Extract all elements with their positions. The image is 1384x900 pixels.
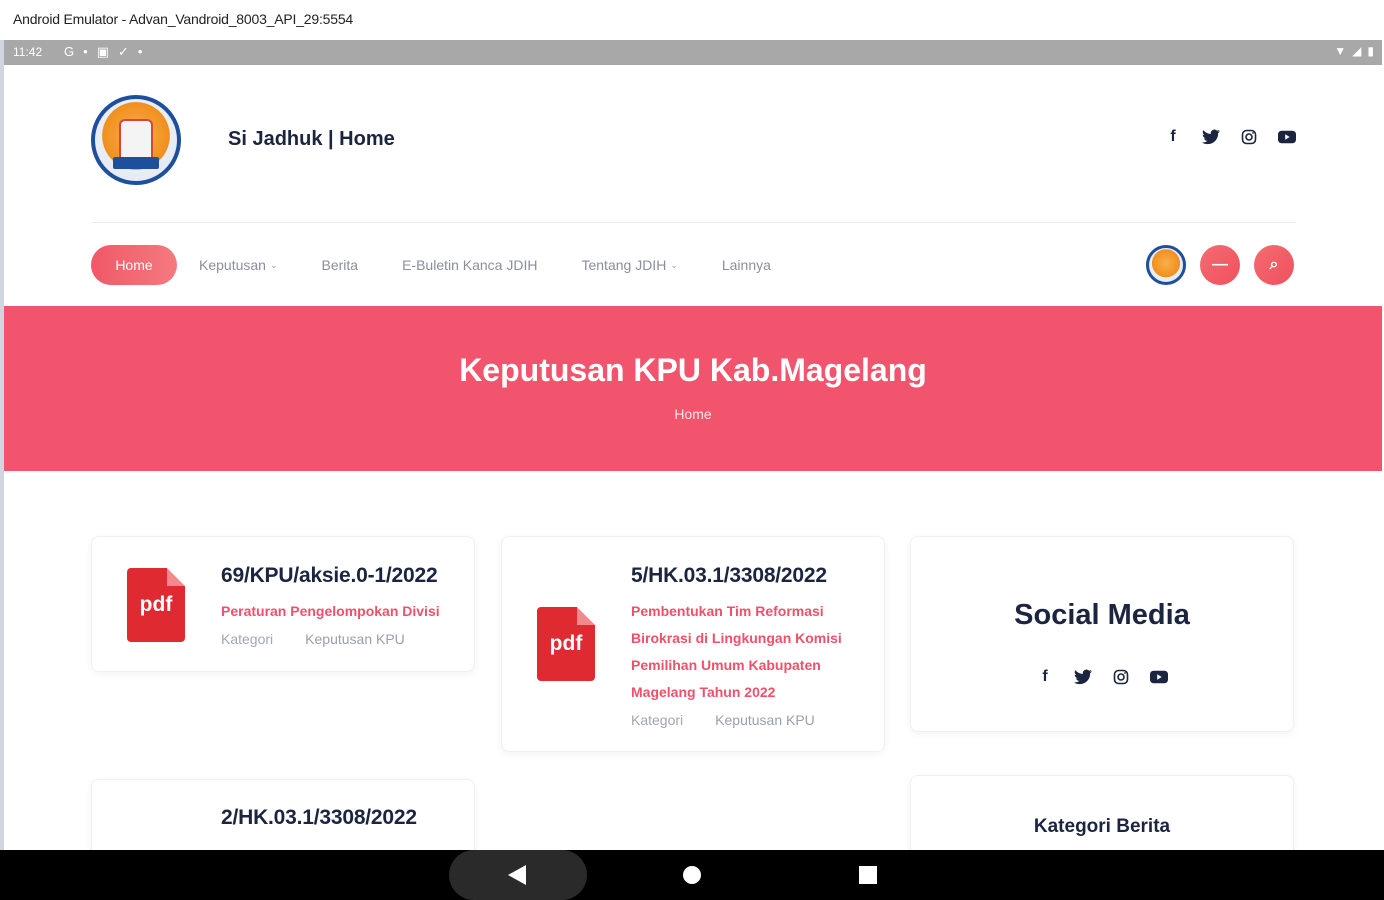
- youtube-icon[interactable]: [1150, 668, 1168, 686]
- pdf-file-icon: pdf: [127, 568, 185, 642]
- search-button[interactable]: ⌕: [1254, 245, 1294, 285]
- nav-item-label: Berita: [321, 257, 359, 273]
- instagram-icon[interactable]: [1112, 668, 1130, 686]
- header-divider: [91, 222, 1296, 223]
- menu-icon: —: [1212, 256, 1228, 273]
- category-label: Kategori: [631, 712, 684, 728]
- category-label: Kategori: [221, 631, 274, 647]
- widget-title: Kategori Berita: [1033, 816, 1171, 837]
- instagram-icon[interactable]: [1240, 128, 1258, 146]
- logo-base-shape: [113, 157, 159, 169]
- status-system-icons: ▼ ◢ ▮: [1334, 44, 1374, 58]
- task-icon: ✓: [117, 44, 129, 59]
- facebook-icon[interactable]: f: [1164, 128, 1182, 146]
- description-line: Birokrasi di Lingkungan Komisi: [631, 630, 842, 646]
- wifi-icon: ▼: [1334, 44, 1347, 58]
- nav-item-ebuletin[interactable]: E-Buletin Kanca JDIH: [402, 257, 537, 273]
- chevron-down-icon: ⌄: [269, 259, 278, 270]
- site-title[interactable]: Si Jadhuk | Home: [228, 128, 395, 151]
- pdf-file-icon: pdf: [537, 607, 595, 681]
- facebook-icon[interactable]: f: [1036, 668, 1054, 686]
- storage-icon: ▣: [96, 44, 109, 59]
- menu-button[interactable]: —: [1200, 245, 1240, 285]
- category-value[interactable]: Keputusan KPU: [715, 712, 815, 728]
- twitter-icon[interactable]: [1202, 128, 1220, 146]
- widget-title: Social Media: [1014, 599, 1190, 631]
- document-meta: Kategori Keputusan KPU: [631, 712, 815, 728]
- location-icon: •: [83, 44, 88, 59]
- kategori-berita-widget: Kategori Berita: [910, 775, 1294, 850]
- back-icon[interactable]: [508, 865, 526, 885]
- nav-item-berita[interactable]: Berita: [322, 257, 359, 273]
- nav-home-button[interactable]: Home: [91, 245, 177, 285]
- page-banner: Keputusan KPU Kab.Magelang Home: [4, 306, 1382, 471]
- home-icon[interactable]: [683, 866, 701, 884]
- description-line: Pembentukan Tim Reformasi: [631, 603, 824, 619]
- app-content: Si Jadhuk | Home f Home Keputusan ⌄ Beri…: [4, 65, 1382, 850]
- dot-icon: •: [137, 44, 143, 59]
- document-card[interactable]: pdf 69/KPU/aksie.0-1/2022 Peraturan Peng…: [91, 536, 475, 672]
- nav-actions: — ⌕: [1146, 245, 1294, 285]
- window-titlebar: Android Emulator - Advan_Vandroid_8003_A…: [0, 0, 1384, 40]
- nav-item-label: Lainnya: [721, 257, 771, 273]
- document-card[interactable]: 2/HK.03.1/3308/2022: [91, 779, 475, 850]
- status-notification-icons: G • ▣ ✓ •: [64, 44, 142, 60]
- android-status-bar: 11:42 G • ▣ ✓ • ▼ ◢ ▮: [4, 40, 1382, 65]
- chevron-down-icon: ⌄: [670, 259, 678, 270]
- profile-logo-button[interactable]: [1146, 245, 1186, 285]
- document-number[interactable]: 5/HK.03.1/3308/2022: [631, 564, 827, 588]
- widget-social-links: f: [911, 668, 1293, 686]
- recent-apps-icon[interactable]: [859, 866, 877, 884]
- document-description[interactable]: Pembentukan Tim Reformasi Birokrasi di L…: [631, 598, 842, 706]
- main-nav: Home Keputusan ⌄ Berita E-Buletin Kanca …: [91, 245, 815, 285]
- battery-icon: ▮: [1367, 44, 1374, 58]
- document-card[interactable]: pdf 5/HK.03.1/3308/2022 Pembentukan Tim …: [501, 536, 885, 752]
- document-meta: Kategori Keputusan KPU: [221, 631, 405, 647]
- android-nav-bar: [0, 850, 1384, 900]
- youtube-icon[interactable]: [1278, 128, 1296, 146]
- google-icon: G: [64, 44, 75, 59]
- nav-item-tentang-jdih[interactable]: Tentang JDIH ⌄: [581, 257, 677, 273]
- twitter-icon[interactable]: [1074, 668, 1092, 686]
- header-social-links: f: [1164, 128, 1296, 146]
- document-description[interactable]: Peraturan Pengelompokan Divisi: [221, 598, 440, 625]
- document-number[interactable]: 2/HK.03.1/3308/2022: [221, 806, 417, 830]
- description-line: Magelang Tahun 2022: [631, 684, 776, 700]
- nav-item-keputusan[interactable]: Keputusan ⌄: [199, 257, 278, 273]
- nav-item-label: E-Buletin Kanca JDIH: [402, 257, 538, 273]
- status-time: 11:42: [13, 45, 43, 59]
- site-logo[interactable]: [91, 95, 181, 185]
- nav-item-label: Tentang JDIH: [581, 257, 667, 273]
- document-number[interactable]: 69/KPU/aksie.0-1/2022: [221, 564, 438, 588]
- nav-item-lainnya[interactable]: Lainnya: [722, 257, 771, 273]
- category-value[interactable]: Keputusan KPU: [305, 631, 405, 647]
- nav-item-label: Keputusan: [199, 257, 266, 273]
- search-icon: ⌕: [1269, 256, 1279, 273]
- window-title: Android Emulator - Advan_Vandroid_8003_A…: [13, 11, 353, 27]
- description-line: Pemilihan Umum Kabupaten: [631, 657, 821, 673]
- logo-building-shape: [119, 119, 153, 159]
- social-media-widget: Social Media f: [910, 536, 1294, 732]
- page-title: Keputusan KPU Kab.Magelang: [459, 352, 927, 388]
- signal-icon: ◢: [1352, 44, 1362, 58]
- breadcrumb-home[interactable]: Home: [4, 406, 1382, 422]
